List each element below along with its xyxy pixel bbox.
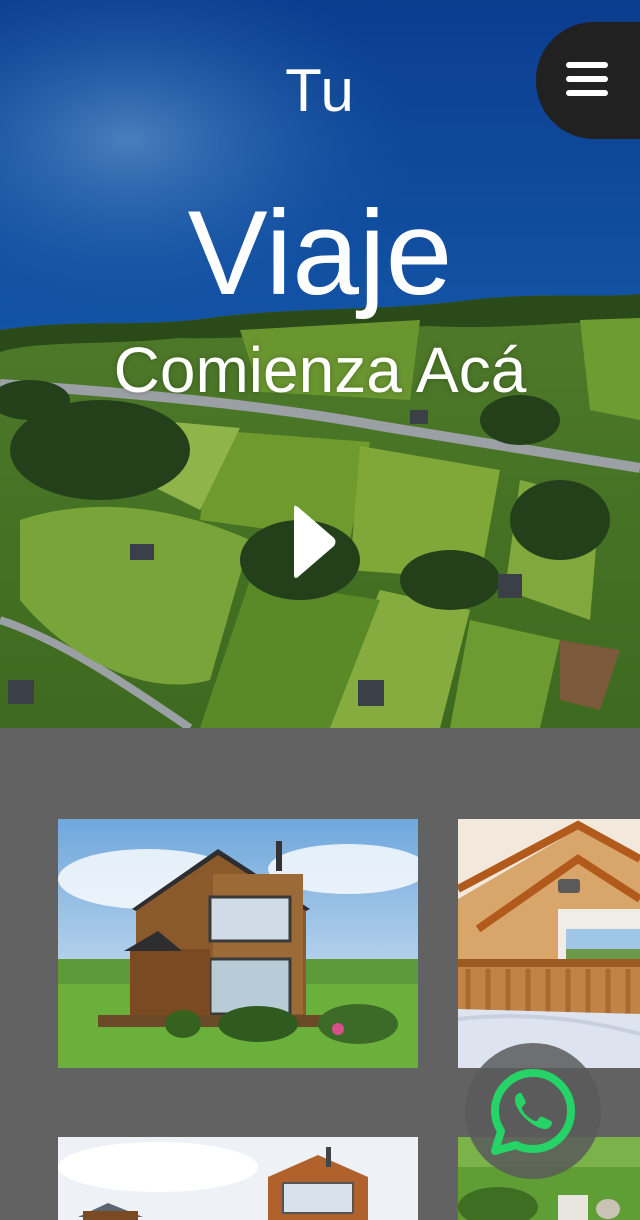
gallery-photo-cabin-front[interactable]: [58, 1137, 418, 1220]
hero-title-line-3: Comienza Acá: [113, 334, 527, 406]
play-icon: [294, 505, 336, 578]
hero-title-line-2: Viaje: [187, 186, 453, 320]
gallery-photo-cabin-interior[interactable]: [458, 819, 640, 1068]
whatsapp-button[interactable]: [465, 1043, 601, 1179]
whatsapp-icon: [491, 1069, 575, 1155]
menu-button[interactable]: [536, 22, 640, 139]
gallery-photo-cabin-exterior[interactable]: [58, 819, 418, 1068]
play-video-button[interactable]: [290, 502, 338, 582]
